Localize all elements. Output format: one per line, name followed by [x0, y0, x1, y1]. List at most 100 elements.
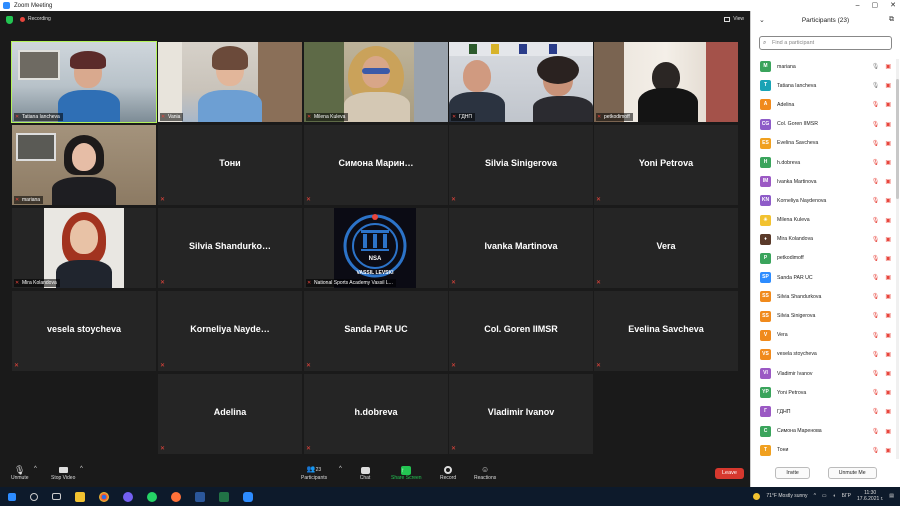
video-off-icon: ▣ — [885, 390, 891, 397]
tile-hdobreva[interactable]: h.dobreva ✕ — [304, 374, 448, 454]
maximize-button[interactable]: ▢ — [872, 0, 879, 11]
search-participant-input[interactable]: ⌕ Find a participant — [759, 36, 892, 50]
participant-row[interactable]: ♦ Mira Kolandova 🎙 ▣ — [751, 230, 900, 249]
chat-bubble-icon — [359, 465, 371, 475]
participant-row[interactable]: Mmariana 🎙 ▣ — [751, 57, 900, 76]
video-tile-gdnp[interactable]: ✕ ГДНП — [449, 42, 593, 122]
zoom-taskbar-icon[interactable] — [243, 491, 253, 502]
network-icon[interactable]: ▭ — [822, 493, 827, 499]
tile-silvia-shandurkova[interactable]: Silvia Shandurko… ✕ — [158, 208, 302, 288]
video-off-icon: ▣ — [885, 236, 891, 243]
tile-vladimir[interactable]: Vladimir Ivanov ✕ — [449, 374, 593, 454]
muted-mic-icon: 🎙 — [871, 102, 880, 109]
tile-yoni[interactable]: Yoni Petrova ✕ — [594, 125, 738, 205]
video-tile-mira[interactable]: ✕ Mira Kolandova — [12, 208, 156, 288]
viber-icon[interactable] — [123, 491, 133, 502]
security-shield-icon[interactable] — [6, 16, 13, 24]
participant-row[interactable]: IM Ivanka Martinova 🎙 ▣ — [751, 172, 900, 191]
invite-button[interactable]: Invite — [775, 467, 810, 479]
reactions-button[interactable]: ☺ Reactions — [474, 465, 496, 481]
chrome-icon[interactable] — [99, 491, 109, 502]
tile-sanda[interactable]: Sanda PAR UC ✕ — [304, 291, 448, 371]
participant-row[interactable]: T Тони 🎙 ▣ — [751, 441, 900, 459]
audio-options-caret-icon[interactable]: ^ — [34, 466, 37, 472]
tile-korneliya[interactable]: Korneliya Nayde… ✕ — [158, 291, 302, 371]
participant-row[interactable]: VI Vladimir Ivanov 🎙 ▣ — [751, 364, 900, 383]
video-off-icon: ▣ — [885, 409, 891, 416]
unmute-me-button[interactable]: Unmute Me — [827, 467, 877, 479]
participant-row[interactable]: SS Silvia Sinigerova 🎙 ▣ — [751, 306, 900, 325]
minimize-button[interactable]: – — [856, 0, 860, 11]
pop-out-icon[interactable]: ⧉ — [889, 16, 894, 24]
video-off-icon: ▣ — [885, 332, 891, 339]
tile-simona[interactable]: Симона Марин… ✕ — [304, 125, 448, 205]
video-off-icon: ▣ — [885, 294, 891, 301]
participant-row[interactable]: ☀ Milena Kuleva 🎙 ▣ — [751, 211, 900, 230]
tile-evelina[interactable]: Evelina Savcheva ✕ — [594, 291, 738, 371]
participant-row[interactable]: T Tatiana Iancheva 🎙 ▣ — [751, 76, 900, 95]
record-button[interactable]: Record — [440, 465, 456, 481]
notifications-icon[interactable]: ▤ — [889, 493, 894, 499]
close-button[interactable]: ✕ — [890, 0, 896, 11]
participant-avatar: KN — [760, 195, 771, 207]
muted-mic-icon: 🎙 — [871, 236, 880, 243]
volume-icon[interactable]: ◖ — [833, 493, 836, 499]
excel-icon[interactable] — [219, 491, 229, 502]
participant-avatar: P — [760, 252, 771, 264]
recording-indicator[interactable]: Recording — [20, 16, 51, 22]
share-screen-button[interactable]: ↑ Share Screen — [391, 465, 422, 481]
video-tile-mariana[interactable]: ✕ mariana — [12, 125, 156, 205]
participant-row[interactable]: Г ГДНП 🎙 ▣ — [751, 402, 900, 421]
participant-row[interactable]: A Adelina 🎙 ▣ — [751, 95, 900, 114]
tile-adelina[interactable]: Adelina ✕ — [158, 374, 302, 454]
participant-row[interactable]: С Симона Маренова 🎙 ▣ — [751, 422, 900, 441]
video-tile-tatiana[interactable]: ✕ Tatiana Iancheva — [11, 41, 157, 123]
participant-name: Симона Маренова — [777, 428, 822, 435]
file-explorer-icon[interactable] — [75, 491, 85, 502]
chat-button[interactable]: Chat — [359, 465, 371, 481]
video-options-caret-icon[interactable]: ^ — [80, 466, 83, 472]
participant-row[interactable]: SP Sanda PAR UC 🎙 ▣ — [751, 268, 900, 287]
task-view-icon[interactable] — [52, 493, 61, 500]
video-tile-petko[interactable]: ✕ petkodimoff — [594, 42, 738, 122]
view-button[interactable]: View — [724, 16, 744, 22]
nsa-logo-bottom: VASSIL LEVSKI — [356, 270, 394, 276]
participant-name: Yoni Petrova — [638, 158, 694, 168]
unmute-button[interactable]: 🎙 Unmute — [11, 465, 29, 481]
language-indicator[interactable]: БГР — [842, 493, 851, 499]
participant-row[interactable]: V Vera 🎙 ▣ — [751, 326, 900, 345]
whatsapp-icon[interactable] — [147, 491, 157, 502]
participant-caption: ✕ petkodimoff — [596, 113, 633, 121]
participants-caret-icon[interactable]: ^ — [339, 466, 342, 472]
tray-chevron-icon[interactable]: ^ — [814, 493, 816, 499]
video-tile-milena[interactable]: ✕ Milena Kuleva — [304, 42, 448, 122]
tile-toni[interactable]: Тони ✕ — [158, 125, 302, 205]
participant-row[interactable]: CG Col. Goren IIMSR 🎙 ▣ — [751, 115, 900, 134]
search-icon[interactable] — [30, 492, 38, 501]
participant-row[interactable]: YP Yoni Petrova 🎙 ▣ — [751, 383, 900, 402]
participant-list-scrollbar[interactable] — [896, 59, 899, 459]
participant-caption: ✕ Mira Kolandova — [14, 279, 60, 287]
stop-video-button[interactable]: Stop Video — [51, 465, 75, 481]
weather-text[interactable]: 71°F Mostly sunny — [766, 493, 807, 499]
tile-silvia-sinigerova[interactable]: Silvia Sinigerova ✕ — [449, 125, 593, 205]
participant-row[interactable]: Hh.dobreva 🎙 ▣ — [751, 153, 900, 172]
windows-start-icon[interactable] — [8, 492, 16, 501]
tile-vera[interactable]: Vera ✕ — [594, 208, 738, 288]
tile-ivanka[interactable]: Ivanka Martinova ✕ — [449, 208, 593, 288]
video-tile-nsa[interactable]: NSA VASSIL LEVSKI ✕ National Sports Acade… — [304, 208, 448, 288]
participants-button[interactable]: 👥 23 Participants — [301, 465, 327, 481]
tile-goren[interactable]: Col. Goren IIMSR ✕ — [449, 291, 593, 371]
participant-row[interactable]: Ppetkodimoff 🎙 ▣ — [751, 249, 900, 268]
participant-row[interactable]: KN Korneliya Naydenova 🎙 ▣ — [751, 191, 900, 210]
firefox-icon[interactable] — [171, 491, 181, 502]
participant-row[interactable]: SS Silvia Shandurkova 🎙 ▣ — [751, 287, 900, 306]
video-tile-vania[interactable]: ✕ Vania — [158, 42, 302, 122]
word-icon[interactable] — [195, 491, 205, 502]
participant-row[interactable]: ES Evelina Savcheva 🎙 ▣ — [751, 134, 900, 153]
tile-vesela[interactable]: vesela stoycheva ✕ — [12, 291, 156, 371]
record-dot-icon — [20, 16, 25, 22]
clock[interactable]: 11:30 17.6.2021 г. — [857, 490, 883, 502]
participant-row[interactable]: VS vesela stoycheva 🎙 ▣ — [751, 345, 900, 364]
leave-button[interactable]: Leave — [715, 468, 744, 479]
